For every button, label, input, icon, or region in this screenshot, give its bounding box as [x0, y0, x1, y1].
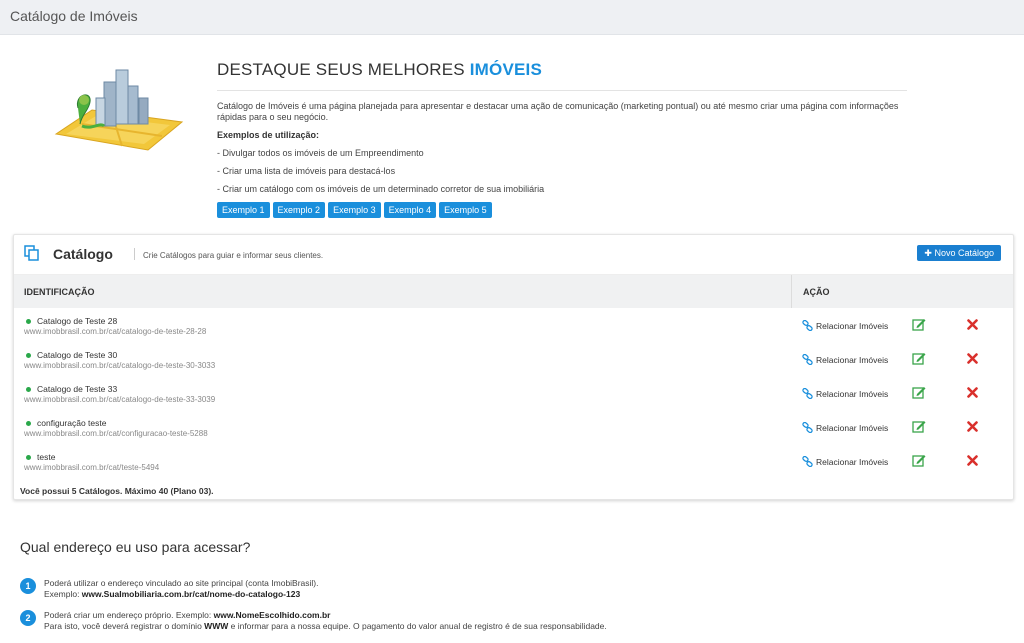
table-row: configuração teste www.imobbrasil.com.br…	[14, 412, 1013, 446]
use-item: - Divulgar todos os imóveis de um Empree…	[217, 148, 424, 158]
delete-icon[interactable]	[967, 421, 978, 432]
catalog-url[interactable]: www.imobbrasil.com.br/cat/catalogo-de-te…	[24, 327, 206, 336]
table-row: Catalogo de Teste 33 www.imobbrasil.com.…	[14, 378, 1013, 412]
relate-properties-link[interactable]: Relacionar Imóveis	[802, 320, 888, 331]
use-item: - Criar uma lista de imóveis para destac…	[217, 166, 396, 176]
catalog-url[interactable]: www.imobbrasil.com.br/cat/catalogo-de-te…	[24, 361, 215, 370]
city-map-illustration	[54, 69, 184, 151]
plus-icon: ✚	[924, 248, 932, 258]
relate-properties-link[interactable]: Relacionar Imóveis	[802, 422, 888, 433]
example-5-button[interactable]: Exemplo 5	[439, 202, 492, 218]
active-status-dot	[26, 387, 31, 392]
edit-icon[interactable]	[912, 318, 926, 331]
catalog-header: Catálogo Crie Catálogos para guiar e inf…	[14, 235, 1013, 273]
link-icon	[802, 388, 813, 399]
active-status-dot	[26, 421, 31, 426]
table-header: IDENTIFICAÇÃO AÇÃO	[14, 274, 1013, 308]
hero-description: Catálogo de Imóveis é uma página planeja…	[217, 101, 899, 122]
example-3-button[interactable]: Exemplo 3	[328, 202, 381, 218]
table-row: teste www.imobbrasil.com.br/cat/teste-54…	[14, 446, 1013, 480]
active-status-dot	[26, 455, 31, 460]
relate-properties-link[interactable]: Relacionar Imóveis	[802, 456, 888, 467]
active-status-dot	[26, 319, 31, 324]
hero-section: DESTAQUE SEUS MELHORES IMÓVEIS Catálogo …	[217, 60, 907, 218]
catalog-name: Catalogo de Teste 28	[37, 316, 118, 326]
step-number-badge: 2	[20, 610, 36, 626]
link-icon	[802, 320, 813, 331]
catalog-url[interactable]: www.imobbrasil.com.br/cat/teste-5494	[24, 463, 159, 472]
example-2-button[interactable]: Exemplo 2	[272, 202, 326, 218]
delete-icon[interactable]	[967, 387, 978, 398]
app-title: Catálogo de Imóveis	[10, 8, 138, 24]
catalog-subtitle: Crie Catálogos para guiar e informar seu…	[143, 251, 324, 260]
catalog-name: Catalogo de Teste 33	[37, 384, 118, 394]
use-item: - Criar um catálogo com os imóveis de um…	[217, 184, 545, 194]
table-row: Catalogo de Teste 30 www.imobbrasil.com.…	[14, 344, 1013, 378]
delete-icon[interactable]	[967, 455, 978, 466]
col-action: AÇÃO	[803, 287, 830, 297]
example-4-button[interactable]: Exemplo 4	[383, 202, 437, 218]
copy-icon	[24, 245, 39, 261]
catalog-name: configuração teste	[37, 418, 107, 428]
top-bar: Catálogo de Imóveis	[0, 0, 1024, 35]
active-status-dot	[26, 353, 31, 358]
step-text: Poderá utilizar o endereço vinculado ao …	[44, 578, 319, 599]
delete-icon[interactable]	[967, 319, 978, 330]
catalog-url[interactable]: www.imobbrasil.com.br/cat/catalogo-de-te…	[24, 395, 215, 404]
catalog-count-summary: Você possui 5 Catálogos. Máximo 40 (Plan…	[20, 486, 214, 496]
address-section-title: Qual endereço eu uso para acessar?	[20, 539, 251, 555]
example-1-button[interactable]: Exemplo 1	[217, 202, 270, 218]
hero-heading: DESTAQUE SEUS MELHORES IMÓVEIS	[217, 60, 542, 79]
link-icon	[802, 422, 813, 433]
catalog-panel: Catálogo Crie Catálogos para guiar e inf…	[13, 234, 1014, 500]
table-row: Catalogo de Teste 28 www.imobbrasil.com.…	[14, 310, 1013, 344]
new-catalog-button[interactable]: ✚ Novo Catálogo	[917, 245, 1001, 261]
link-icon	[802, 354, 813, 365]
examples-title: Exemplos de utilização:	[217, 130, 320, 140]
relate-properties-link[interactable]: Relacionar Imóveis	[802, 354, 888, 365]
col-identification: IDENTIFICAÇÃO	[24, 287, 95, 297]
step-text: Poderá criar um endereço próprio. Exempl…	[44, 610, 607, 631]
catalog-name: Catalogo de Teste 30	[37, 350, 118, 360]
edit-icon[interactable]	[912, 352, 926, 365]
catalog-title: Catálogo	[53, 246, 113, 262]
example-buttons: Exemplo 1 Exemplo 2 Exemplo 3 Exemplo 4 …	[217, 202, 907, 218]
step-number-badge: 1	[20, 578, 36, 594]
link-icon	[802, 456, 813, 467]
relate-properties-link[interactable]: Relacionar Imóveis	[802, 388, 888, 399]
edit-icon[interactable]	[912, 420, 926, 433]
edit-icon[interactable]	[912, 386, 926, 399]
catalog-url[interactable]: www.imobbrasil.com.br/cat/configuracao-t…	[24, 429, 208, 438]
catalog-name: teste	[37, 452, 56, 462]
edit-icon[interactable]	[912, 454, 926, 467]
delete-icon[interactable]	[967, 353, 978, 364]
